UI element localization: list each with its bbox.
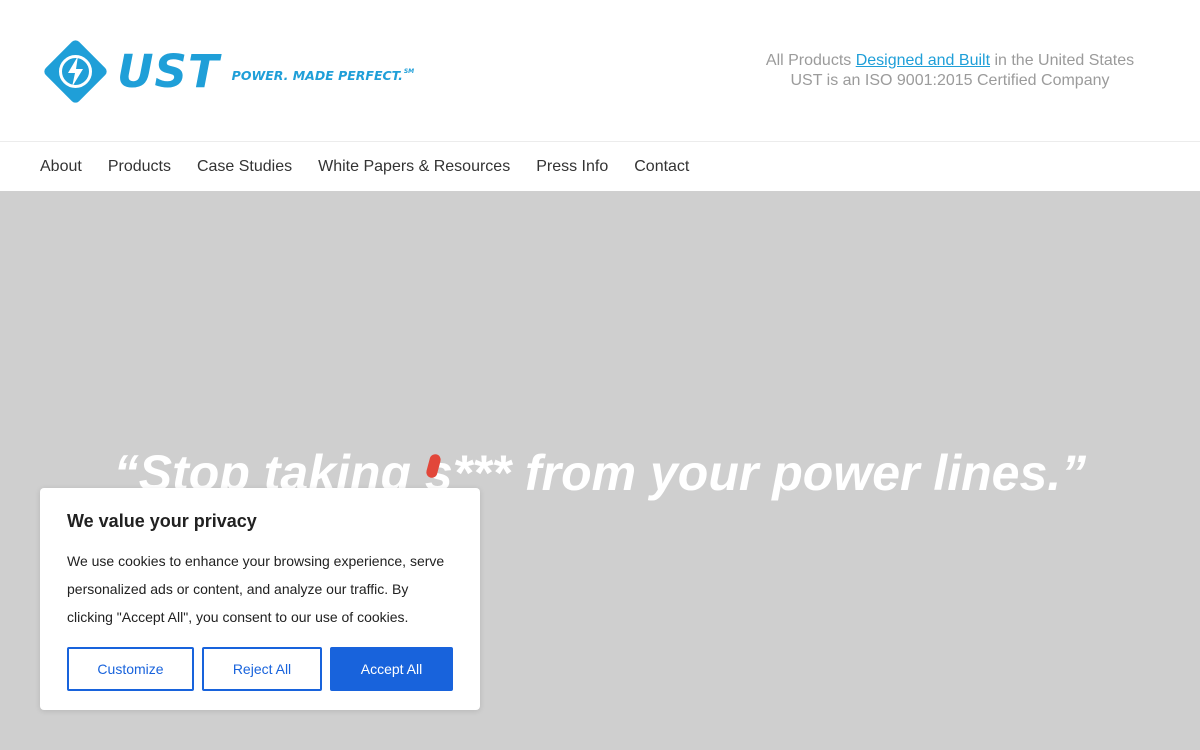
header-tagline: All Products Designed and Built in the U… (740, 51, 1160, 91)
tagline-line-2: UST is an ISO 9001:2015 Certified Compan… (790, 72, 1110, 89)
nav-item-press-info[interactable]: Press Info (536, 158, 608, 175)
nav-item-white-papers[interactable]: White Papers & Resources (318, 158, 510, 175)
cookie-description: We use cookies to enhance your browsing … (67, 553, 445, 625)
cookie-consent-banner: We value your privacy We use cookies to … (40, 488, 480, 710)
service-mark: SM (403, 68, 415, 75)
cookie-title: We value your privacy (67, 511, 257, 531)
site-header: UST POWER. MADE PERFECT.SM All Products … (0, 0, 1200, 142)
nav-item-products[interactable]: Products (108, 158, 171, 175)
tagline-line-1: All Products Designed and Built in the U… (765, 52, 1135, 69)
nav-item-case-studies[interactable]: Case Studies (197, 158, 292, 175)
lightning-diamond-icon (44, 40, 107, 103)
customize-button[interactable]: Customize (67, 647, 194, 691)
accept-all-button[interactable]: Accept All (330, 647, 453, 691)
reject-all-button[interactable]: Reject All (202, 647, 322, 691)
nav-item-contact[interactable]: Contact (634, 158, 689, 175)
designed-and-built-link[interactable]: Designed and Built (856, 52, 990, 69)
cookie-buttons: Customize Reject All Accept All (67, 647, 453, 691)
logo-wordmark: UST (117, 45, 220, 98)
main-navigation: About Products Case Studies White Papers… (0, 143, 1200, 191)
ust-logo[interactable]: UST POWER. MADE PERFECT.SM (40, 36, 414, 107)
logo-tagline: POWER. MADE PERFECT.SM (231, 68, 415, 83)
nav-item-about[interactable]: About (40, 158, 82, 175)
